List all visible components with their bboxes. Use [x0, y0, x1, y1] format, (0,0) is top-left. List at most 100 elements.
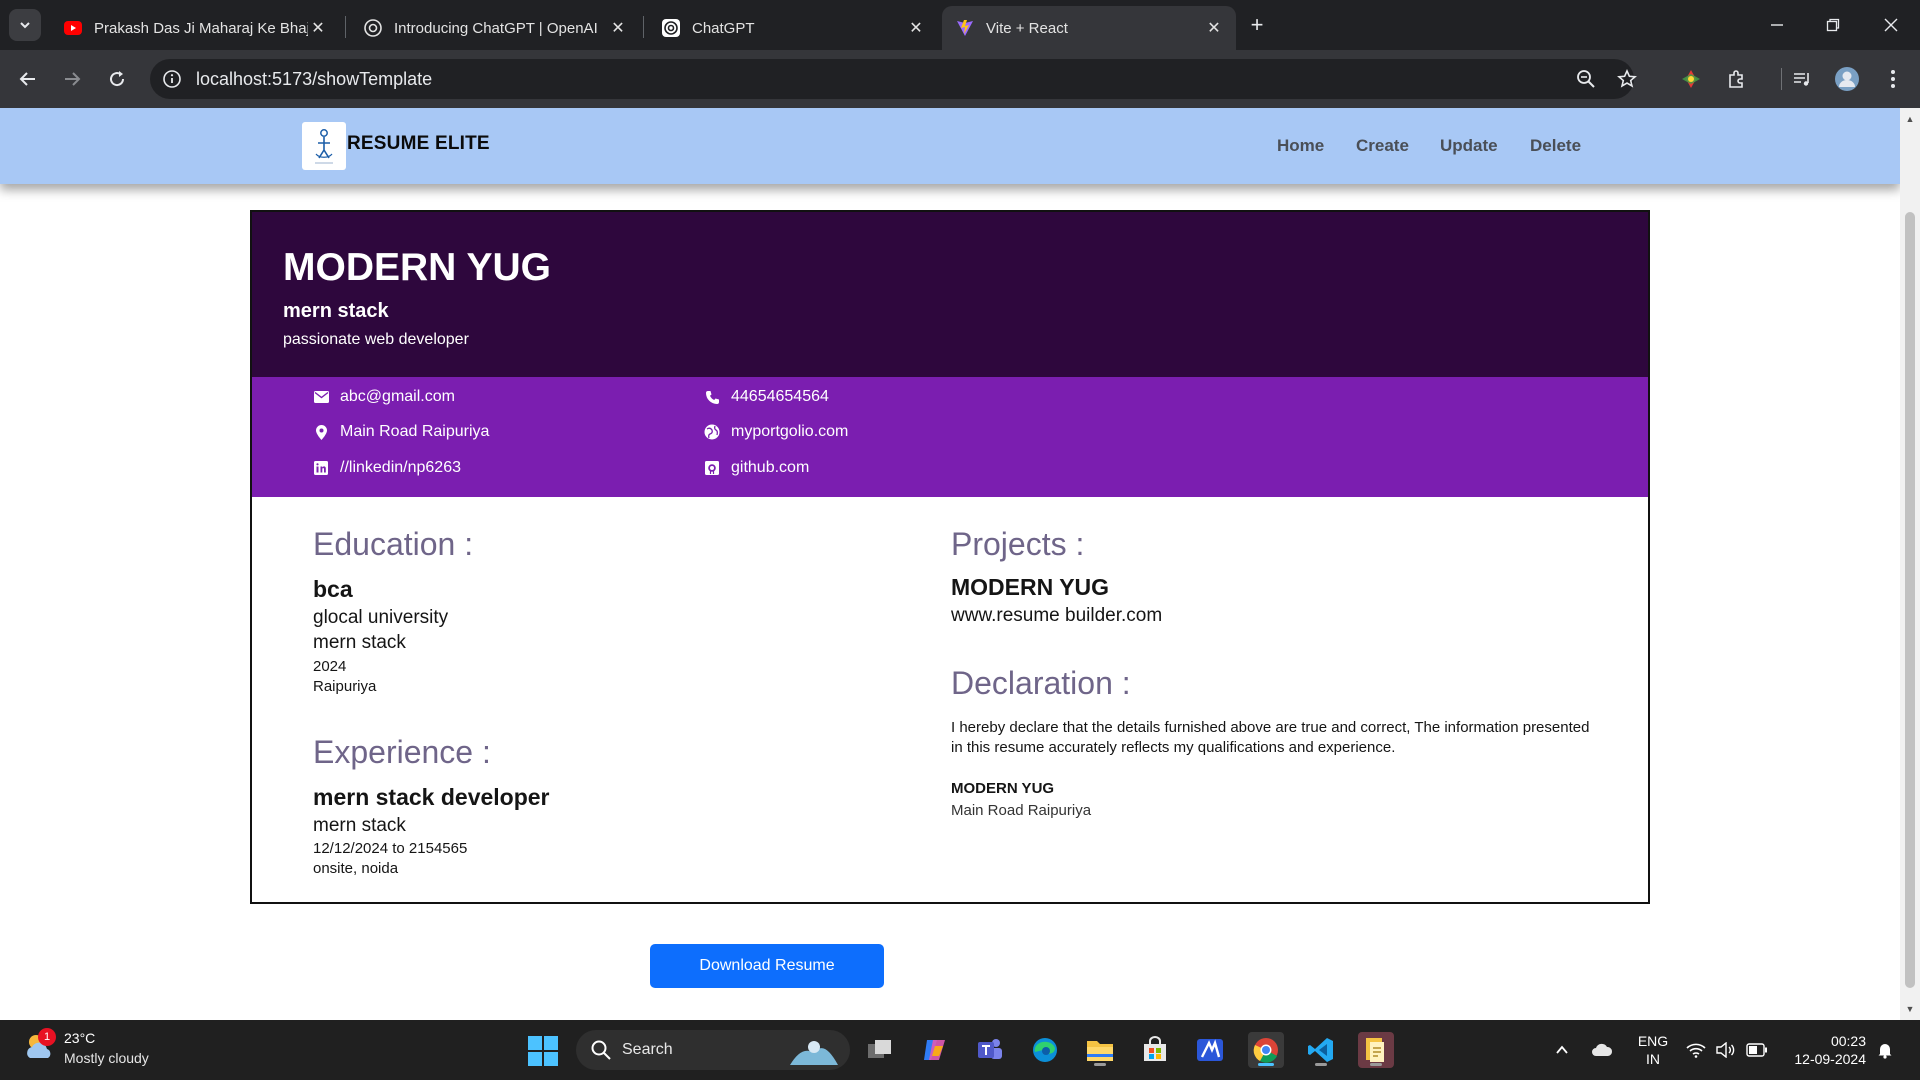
- profile-avatar[interactable]: [1832, 64, 1862, 94]
- close-icon[interactable]: ✕: [906, 18, 926, 38]
- close-icon[interactable]: ✕: [308, 18, 328, 38]
- note-app-icon[interactable]: [1358, 1032, 1394, 1068]
- nav-link-delete[interactable]: Delete: [1530, 136, 1581, 156]
- experience-role: mern stack developer: [313, 784, 550, 810]
- contact-github: github.com: [704, 459, 809, 477]
- close-icon[interactable]: ✕: [1204, 18, 1224, 38]
- edge-icon[interactable]: [1027, 1032, 1063, 1068]
- location-pin-icon: [313, 424, 329, 440]
- resume-contacts: abc@gmail.com 44654654564 Main Road Raip…: [252, 377, 1648, 497]
- chevron-down-icon: [20, 22, 30, 29]
- app-icon[interactable]: [1192, 1032, 1228, 1068]
- browser-toolbar: localhost:5173/showTemplate: [0, 50, 1920, 108]
- url-text[interactable]: localhost:5173/showTemplate: [196, 69, 432, 90]
- teams-icon[interactable]: [972, 1032, 1008, 1068]
- close-window-button[interactable]: [1876, 10, 1906, 40]
- brand-name[interactable]: RESUME ELITE: [347, 133, 490, 155]
- tab-chatgpt[interactable]: ChatGPT ✕: [648, 6, 938, 50]
- tab-separator: [643, 16, 644, 38]
- mail-icon: [313, 389, 329, 405]
- experience-field: mern stack: [313, 815, 406, 836]
- experience-dates: 12/12/2024 to 2154565: [313, 840, 468, 857]
- nav-link-update[interactable]: Update: [1440, 136, 1498, 156]
- signature-place: Main Road Raipuriya: [951, 802, 1092, 819]
- nav-link-home[interactable]: Home: [1277, 136, 1324, 156]
- back-button[interactable]: [12, 63, 44, 95]
- close-icon[interactable]: ✕: [608, 18, 628, 38]
- chrome-icon[interactable]: [1248, 1032, 1284, 1068]
- tab-youtube[interactable]: Prakash Das Ji Maharaj Ke Bhajan ✕: [50, 6, 340, 50]
- contact-linkedin: //linkedin/np6263: [313, 459, 461, 477]
- contact-email: abc@gmail.com: [313, 388, 455, 406]
- media-control-icon[interactable]: [1787, 64, 1817, 94]
- scroll-up-arrow-icon[interactable]: ▲: [1905, 114, 1915, 124]
- contact-website: myportgolio.com: [704, 423, 848, 441]
- file-explorer-icon[interactable]: [1082, 1032, 1118, 1068]
- color-extension-icon[interactable]: [1676, 64, 1706, 94]
- extensions-puzzle-icon[interactable]: [1721, 64, 1751, 94]
- contact-phone: 44654654564: [704, 388, 829, 406]
- wifi-icon[interactable]: [1684, 1038, 1708, 1062]
- system-clock[interactable]: 00:23 12-09-2024: [1782, 1032, 1866, 1068]
- microsoft-store-icon[interactable]: [1137, 1032, 1173, 1068]
- windows-logo-icon: [528, 1036, 558, 1066]
- clock-date: 12-09-2024: [1794, 1051, 1866, 1067]
- signature-name: MODERN YUG: [951, 780, 1055, 797]
- chevron-up-icon[interactable]: [1550, 1038, 1574, 1062]
- tab-title: ChatGPT: [692, 19, 755, 37]
- forward-button[interactable]: [56, 63, 88, 95]
- site-navbar: RESUME ELITE Home Create Update Delete: [0, 108, 1900, 184]
- project-link: www.resume builder.com: [951, 605, 1163, 626]
- download-resume-button[interactable]: Download Resume: [650, 944, 884, 988]
- scrollbar-thumb[interactable]: [1905, 212, 1915, 988]
- resume-summary: passionate web developer: [283, 331, 469, 348]
- notification-bell-icon[interactable]: [1873, 1038, 1897, 1062]
- github-icon: [704, 460, 720, 476]
- address-bar[interactable]: localhost:5173/showTemplate: [150, 59, 1637, 99]
- brand-logo[interactable]: [302, 122, 346, 170]
- start-button[interactable]: [527, 1035, 559, 1067]
- reload-button[interactable]: [101, 63, 133, 95]
- globe-icon: [704, 424, 720, 440]
- tab-search-button[interactable]: [9, 9, 41, 41]
- minimize-icon: [1771, 24, 1783, 26]
- resume-name: MODERN YUG: [283, 246, 551, 289]
- nav-link-create[interactable]: Create: [1356, 136, 1409, 156]
- language-indicator[interactable]: ENG IN: [1636, 1032, 1670, 1068]
- declaration-text: I hereby declare that the details furnis…: [951, 719, 1590, 756]
- vite-icon: [956, 19, 974, 37]
- phone-icon: [704, 389, 720, 405]
- windows-taskbar: 1 23°C Mostly cloudy Search ENG IN 00:23…: [0, 1020, 1920, 1080]
- copilot-icon[interactable]: [917, 1032, 953, 1068]
- vscode-icon[interactable]: [1303, 1032, 1339, 1068]
- running-indicator: [1370, 1063, 1382, 1066]
- new-tab-button[interactable]: +: [1244, 12, 1270, 38]
- onedrive-cloud-icon[interactable]: [1590, 1038, 1614, 1062]
- bookmark-star-icon[interactable]: [1615, 67, 1639, 91]
- menu-kebab-icon[interactable]: [1878, 64, 1908, 94]
- minimize-button[interactable]: [1762, 10, 1792, 40]
- language-code: ENG: [1637, 1033, 1669, 1049]
- info-icon[interactable]: [162, 69, 182, 89]
- battery-icon[interactable]: [1745, 1038, 1769, 1062]
- search-label: Search: [622, 1041, 673, 1058]
- zoom-icon[interactable]: [1574, 67, 1598, 91]
- projects-heading: Projects :: [951, 526, 1085, 562]
- volume-icon[interactable]: [1714, 1038, 1738, 1062]
- weather-temperature: 23°C: [64, 1030, 96, 1046]
- scroll-down-arrow-icon[interactable]: ▼: [1905, 1004, 1915, 1014]
- task-view-icon[interactable]: [862, 1032, 898, 1068]
- restore-button[interactable]: [1818, 10, 1848, 40]
- resume-template: MODERN YUG mern stack passionate web dev…: [250, 210, 1650, 904]
- tab-introducing-chatgpt[interactable]: Introducing ChatGPT | OpenAI ✕: [350, 6, 640, 50]
- taskbar-search[interactable]: Search: [576, 1030, 850, 1070]
- tab-title: Prakash Das Ji Maharaj Ke Bhajan: [94, 19, 308, 37]
- search-highlight-icon: [790, 1041, 838, 1065]
- close-icon: [1884, 18, 1898, 32]
- experience-heading: Experience :: [313, 734, 491, 770]
- tab-separator: [345, 16, 346, 38]
- openai-icon: [662, 19, 680, 37]
- tab-vite-react[interactable]: Vite + React ✕: [942, 6, 1236, 50]
- page-scrollbar[interactable]: ▲ ▼: [1900, 108, 1920, 1020]
- declaration-heading: Declaration :: [951, 665, 1131, 701]
